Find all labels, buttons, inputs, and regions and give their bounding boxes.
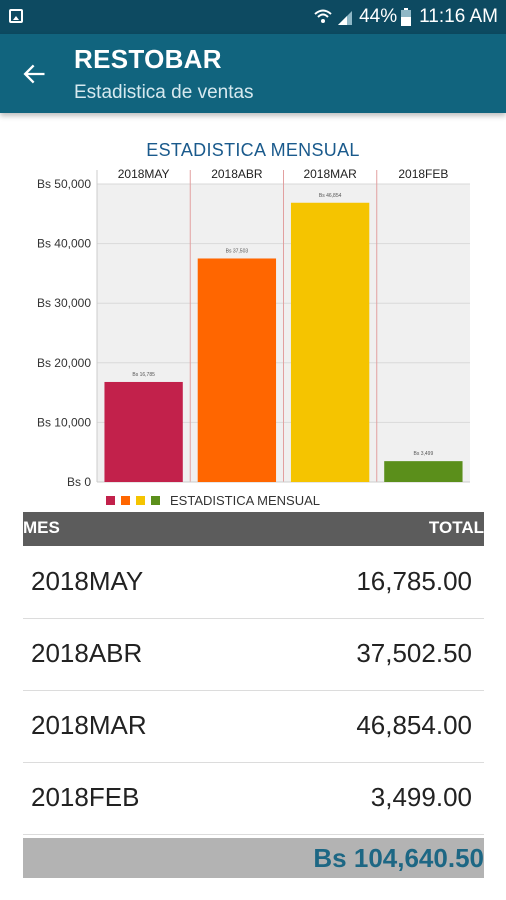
bar-data-label: Bs 46,854 bbox=[319, 193, 342, 199]
bar-data-label: Bs 37,503 bbox=[226, 248, 249, 254]
row-total: 46,854.00 bbox=[356, 710, 472, 740]
bar bbox=[384, 461, 463, 482]
wifi-icon bbox=[314, 9, 332, 23]
chart-title: ESTADISTICA MENSUAL bbox=[146, 140, 360, 160]
y-tick-label: Bs 50,000 bbox=[37, 177, 91, 191]
table-header: MES TOTAL bbox=[23, 512, 484, 546]
battery-icon bbox=[401, 8, 412, 26]
app-title: RESTOBAR bbox=[74, 44, 222, 74]
category-label: 2018FEB bbox=[398, 167, 448, 181]
row-month: 2018MAY bbox=[31, 566, 144, 596]
table-row[interactable]: 2018MAY 16,785.00 bbox=[23, 546, 484, 619]
table-row[interactable]: 2018ABR 37,502.50 bbox=[23, 618, 484, 691]
bar-data-label: Bs 16,785 bbox=[132, 372, 155, 378]
y-tick-label: Bs 30,000 bbox=[37, 296, 91, 310]
arrow-back-icon[interactable] bbox=[20, 60, 48, 88]
category-label: 2018MAY bbox=[118, 167, 170, 181]
table-row[interactable]: 2018MAR 46,854.00 bbox=[23, 690, 484, 763]
legend-swatch-mar bbox=[136, 495, 145, 505]
bar-data-label: Bs 3,499 bbox=[414, 451, 434, 457]
image-icon bbox=[9, 9, 23, 23]
grand-total: Bs 104,640.50 bbox=[313, 843, 484, 873]
clock: 11:16 AM bbox=[419, 6, 498, 27]
row-month: 2018FEB bbox=[31, 782, 140, 812]
grand-total-bar: Bs 104,640.50 bbox=[23, 838, 484, 878]
row-month: 2018MAR bbox=[31, 710, 147, 740]
bar bbox=[104, 381, 183, 482]
status-bar: 44% 11:16 AM bbox=[0, 0, 506, 34]
row-month: 2018ABR bbox=[31, 638, 143, 668]
header-total: TOTAL bbox=[428, 518, 484, 537]
status-icons: 44% 11:16 AM bbox=[314, 6, 498, 28]
signal-icon bbox=[338, 11, 353, 25]
category-label: 2018MAR bbox=[303, 167, 357, 181]
app-subtitle: Estadistica de ventas bbox=[74, 82, 254, 103]
y-tick-label: Bs 40,000 bbox=[37, 237, 91, 251]
legend-label: ESTADISTICA MENSUAL bbox=[170, 492, 321, 508]
header-mes: MES bbox=[23, 518, 60, 537]
y-tick-label: Bs 10,000 bbox=[37, 415, 91, 429]
category-label: 2018ABR bbox=[211, 167, 263, 181]
table-row[interactable]: 2018FEB 3,499.00 bbox=[23, 762, 484, 835]
bar bbox=[290, 202, 370, 482]
chart-legend: ESTADISTICA MENSUAL bbox=[106, 492, 320, 508]
app-bar: RESTOBAR Estadistica de ventas bbox=[0, 34, 506, 113]
legend-swatch-may bbox=[106, 495, 115, 505]
bar bbox=[197, 258, 277, 482]
y-tick-label: Bs 0 bbox=[67, 475, 91, 489]
legend-swatch-abr bbox=[121, 495, 130, 505]
row-total: 37,502.50 bbox=[356, 638, 472, 668]
row-total: 16,785.00 bbox=[356, 566, 472, 596]
y-tick-label: Bs 20,000 bbox=[37, 356, 91, 370]
legend-swatch-feb bbox=[151, 495, 160, 505]
bar-chart: Bs 0 Bs 10,000 Bs 20,000 Bs 30,000 Bs 40,000… bbox=[37, 167, 470, 489]
battery-percent: 44% bbox=[359, 6, 398, 27]
row-total: 3,499.00 bbox=[370, 782, 472, 812]
